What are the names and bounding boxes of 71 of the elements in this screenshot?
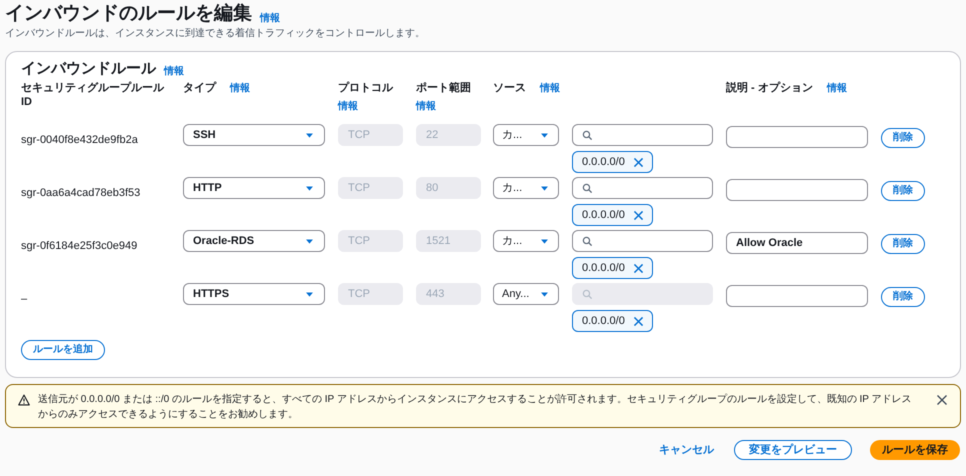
info-link[interactable]: 情報 [164,64,184,79]
protocol-field: TCP [338,177,403,199]
remove-button[interactable] [632,262,645,274]
cidr-tag: 0.0.0.0/0 [572,204,653,226]
rule-id: sgr-0aa6a4cad78eb3f53 [21,187,140,199]
search-field[interactable] [572,177,713,199]
warning-icon [18,394,30,406]
search-field[interactable] [572,124,713,146]
description-field[interactable]: Allow Oracle [726,232,868,254]
column-header: セキュリティグループルール ID [21,81,165,109]
cidr-tag: 0.0.0.0/0 [572,257,653,279]
source-select[interactable]: Any... [493,283,559,305]
rule-id: sgr-0040f8e432de9fb2a [21,134,138,146]
add-rule-button[interactable]: ルールを追加 [21,340,105,360]
rule-id: – [21,293,28,305]
rule-id: sgr-0f6184e25f3c0e949 [21,240,138,252]
column-header: プロトコル [338,81,393,95]
remove-button[interactable] [632,156,645,168]
source-select[interactable]: カ... [493,177,559,199]
search-icon [582,182,593,194]
info-link[interactable]: 情報 [416,99,493,114]
close-button[interactable] [936,394,948,406]
search-icon [582,236,593,246]
close-icon [632,314,645,328]
page-description: インバウンドルールは、インスタンスに到達できる着信トラフィックをコントロールします。 [5,27,426,41]
type-select[interactable]: Oracle-RDS [183,230,325,252]
close-icon [632,208,645,222]
close-icon [632,262,645,274]
source-select[interactable]: カ... [493,124,559,146]
close-icon [936,394,948,406]
description-field[interactable] [726,126,868,148]
column-header: ソース [493,81,526,95]
description-field[interactable] [726,285,868,307]
search-icon [582,288,593,300]
cidr-tag: 0.0.0.0/0 [572,310,653,332]
panel-title: インバウンドルール [21,59,156,79]
cancel-link[interactable]: キャンセル [657,442,716,458]
port-field: 443 [416,283,481,305]
source-select[interactable]: カ... [493,230,559,252]
warning-text: 送信元が 0.0.0.0/0 または ::/0 のルールを指定すると、すべての IP アドレスからインスタンスにアクセスすることが許可されます。セキュリティグループのルールを設定して、既知の IP アドレスからのみアクセスできるようにすることをお勧めします。 [38,392,913,422]
remove-button[interactable] [632,314,645,328]
info-link[interactable]: 情報 [540,81,560,96]
info-link[interactable]: 情報 [230,81,250,96]
save-button[interactable]: ルールを保存 [870,440,960,460]
info-link[interactable]: 情報 [260,11,280,26]
type-select[interactable]: HTTP [183,177,325,199]
delete-button[interactable]: 削除 [881,128,925,148]
page-title: インバウンドのルールを編集 [5,2,252,26]
description-field[interactable] [726,179,868,201]
info-link[interactable]: 情報 [826,81,847,96]
protocol-field: TCP [338,230,403,252]
delete-button[interactable]: 削除 [881,180,925,200]
search-icon [582,130,593,140]
type-select[interactable]: SSH [183,124,325,146]
delete-button[interactable]: 削除 [881,286,925,306]
cidr-tag: 0.0.0.0/0 [572,151,653,173]
protocol-field: TCP [338,124,403,146]
protocol-field: TCP [338,283,403,305]
port-field: 80 [416,177,481,199]
column-header: 説明 - オプション [726,81,813,95]
remove-button[interactable] [632,208,645,222]
info-link[interactable]: 情報 [338,99,416,114]
column-header: タイプ [183,81,216,95]
preview-button[interactable]: 変更をプレビュー [734,440,852,460]
delete-button[interactable]: 削除 [881,234,925,254]
column-header: ポート範囲 [416,81,471,95]
type-select[interactable]: HTTPS [183,283,325,305]
port-field: 1521 [416,230,481,252]
close-icon [632,156,645,168]
port-field: 22 [416,124,481,146]
search-field[interactable] [572,230,713,252]
